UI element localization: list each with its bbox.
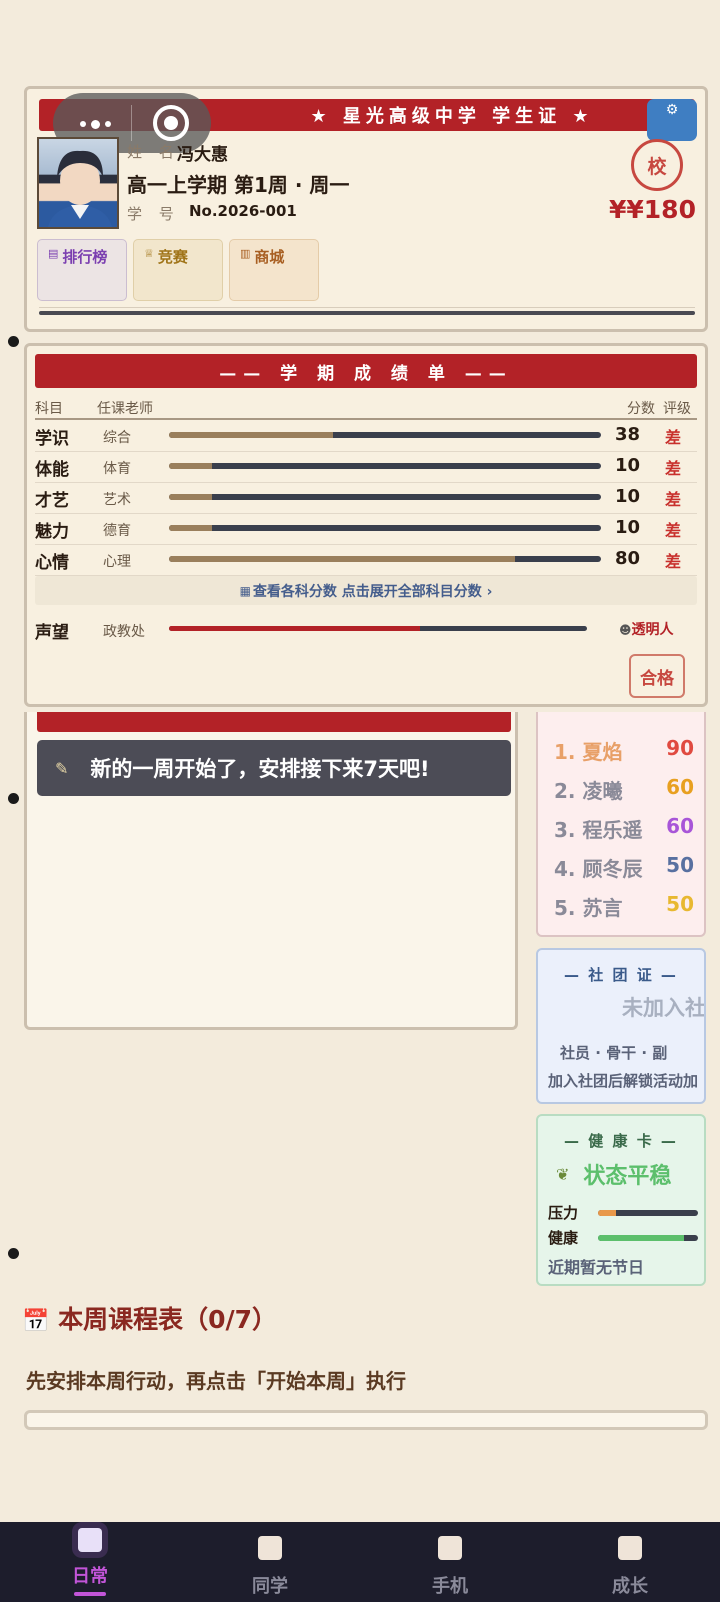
- leaderboard-icon: ▤: [48, 247, 59, 260]
- contest-button[interactable]: ♕ 竞赛: [133, 239, 223, 301]
- health-title: — 健 康 卡 —: [564, 1132, 678, 1150]
- stress-bar: [598, 1210, 698, 1216]
- capsule-divider: [131, 105, 132, 141]
- settings-button[interactable]: ⚙: [647, 99, 697, 141]
- health-status: ❦ 状态平稳: [556, 1164, 672, 1189]
- rank-item[interactable]: 5. 苏言 50: [554, 892, 694, 921]
- close-miniapp-icon[interactable]: [153, 105, 189, 141]
- calendar-icon: 📅: [22, 1309, 50, 1334]
- id-label: 学 号: [127, 205, 180, 223]
- grade-row[interactable]: 才艺 艺术 10 差: [35, 483, 697, 514]
- gear-icon: ⚙: [665, 102, 679, 118]
- side-dot: [8, 1248, 19, 1259]
- growth-icon: [618, 1536, 642, 1560]
- grade-report-title: —— 学 期 成 绩 单 ——: [35, 354, 697, 388]
- diary-message[interactable]: ✎ 新的一周开始了，安排接下来7天吧!: [37, 740, 511, 796]
- avatar-portrait-icon: [47, 150, 113, 227]
- club-card[interactable]: — 社 团 证 — 未加入社 社员 · 骨干 · 副 加入社团后解锁活动加: [536, 948, 706, 1104]
- shop-icon: ▥: [240, 247, 251, 260]
- card-divider: [39, 307, 695, 308]
- heart-icon: ❦: [556, 1164, 570, 1184]
- term-week: 高一上学期 第1周 · 周一: [127, 173, 350, 197]
- health-bar: [598, 1235, 698, 1241]
- grade-row[interactable]: 学识 综合 38 差: [35, 421, 697, 452]
- school-seal: 校: [631, 139, 683, 191]
- club-status: 未加入社: [622, 996, 706, 1020]
- student-name: 冯大惠: [177, 145, 228, 165]
- avatar: [37, 137, 119, 229]
- pass-stamp: 合格: [629, 654, 685, 698]
- rank-item[interactable]: 1. 夏焰 90: [554, 736, 694, 765]
- prestige-bar: [169, 626, 587, 631]
- grade-row[interactable]: 心情 心理 80 差: [35, 545, 697, 576]
- grade-report: —— 学 期 成 绩 单 —— 科目 任课老师 分数 评级 学识 综合 38 差…: [24, 343, 708, 707]
- rank-item[interactable]: 4. 顾冬辰 50: [554, 853, 694, 882]
- grade-row[interactable]: 魅力 德育 10 差: [35, 514, 697, 545]
- rank-item[interactable]: 2. 凌曦 60: [554, 775, 694, 804]
- bottom-tab-bar: 日常 同学 手机 成长: [0, 1522, 720, 1602]
- expand-scores-button[interactable]: ▦ 查看各科分数 点击展开全部科目分数 ›: [35, 576, 697, 605]
- grade-row[interactable]: 体能 体育 10 差: [35, 452, 697, 483]
- name-label: 姓 名: [127, 143, 180, 161]
- schedule-instruction: 先安排本周行动，再点击「开始本周」执行: [26, 1369, 406, 1393]
- side-dot: [8, 336, 19, 347]
- active-tab-indicator: [74, 1592, 106, 1596]
- festival-note: 近期暂无节日: [548, 1258, 645, 1277]
- prestige-dept: 政教处: [103, 624, 145, 640]
- club-roles: 社员 · 骨干 · 副: [560, 1044, 668, 1062]
- ghost-icon: ☻: [619, 623, 632, 637]
- leaderboard-button[interactable]: ▤ 排行榜: [37, 239, 127, 301]
- schedule-grid[interactable]: [24, 1410, 708, 1430]
- trophy-icon: ♕: [144, 247, 154, 260]
- club-hint: 加入社团后解锁活动加: [548, 1072, 699, 1090]
- daily-icon: [78, 1528, 102, 1552]
- tab-growth[interactable]: 成长: [540, 1522, 720, 1602]
- money-balance: ¥¥180: [609, 195, 696, 224]
- club-title: — 社 团 证 —: [564, 966, 678, 984]
- col-score: 分数: [627, 401, 655, 417]
- weekly-schedule-title: 📅 本周课程表（0/7）: [22, 1305, 278, 1334]
- health-card[interactable]: — 健 康 卡 — ❦ 状态平稳 压力 健康 近期暂无节日: [536, 1114, 706, 1286]
- student-id: No.2026-001: [189, 202, 297, 220]
- affinity-ranking: 1. 夏焰 90 2. 凌曦 60 3. 程乐遥 60 4. 顾冬辰 50 5.…: [536, 712, 706, 937]
- scorecard-icon: ▦: [239, 583, 251, 598]
- tab-phone[interactable]: 手机: [360, 1522, 540, 1602]
- score-bar: [169, 494, 601, 500]
- col-teacher: 任课老师: [97, 401, 153, 417]
- score-bar: [169, 525, 601, 531]
- classmate-avatar-icon: [258, 1536, 282, 1560]
- score-bar: [169, 463, 601, 469]
- col-subject: 科目: [35, 401, 63, 417]
- score-bar: [169, 432, 601, 438]
- rank-item[interactable]: 3. 程乐遥 60: [554, 814, 694, 843]
- side-dot: [8, 793, 19, 804]
- student-card: ★ 星光高级中学 学生证 ★ ⚙ 姓 名 冯大惠 高一上学期 第1周 · 周一 …: [24, 86, 708, 332]
- more-icon[interactable]: [69, 109, 121, 139]
- header-divider: [35, 418, 697, 420]
- prestige-status: ☻透明人: [619, 622, 674, 638]
- scroll-icon: ✎: [55, 758, 69, 778]
- stress-label: 压力: [548, 1204, 579, 1222]
- diary-banner: [37, 712, 511, 732]
- campus-diary: ✎ 新的一周开始了，安排接下来7天吧!: [24, 712, 518, 1030]
- tab-daily[interactable]: 日常: [0, 1522, 180, 1602]
- health-label: 健康: [548, 1229, 579, 1247]
- card-progress-strip: [39, 311, 695, 315]
- tab-classmates[interactable]: 同学: [180, 1522, 360, 1602]
- col-grade: 评级: [663, 401, 691, 417]
- shop-button[interactable]: ▥ 商城: [229, 239, 319, 301]
- prestige-row: 声望 政教处 ☻透明人: [35, 616, 697, 644]
- phone-icon: [438, 1536, 462, 1560]
- score-bar: [169, 556, 601, 562]
- prestige-label: 声望: [35, 623, 69, 643]
